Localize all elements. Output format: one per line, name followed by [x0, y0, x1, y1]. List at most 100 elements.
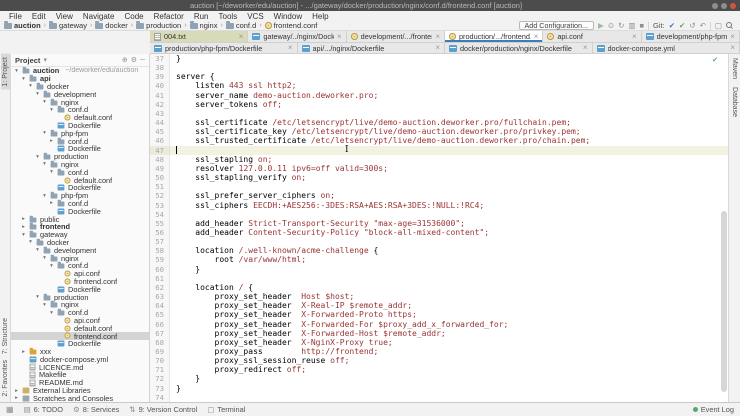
- menu-item-run[interactable]: Run: [190, 12, 213, 21]
- code-editor[interactable]: 37} 38 39 server {40 listen 443 ssl http2; 4…: [150, 54, 728, 402]
- scrollbar-thumb[interactable]: [721, 210, 727, 392]
- menu-item-navigate[interactable]: Navigate: [79, 12, 119, 21]
- toolwindows-quick-access-icon[interactable]: ▦: [6, 405, 14, 414]
- editor-tab[interactable]: production/php-fpm/Dockerfile ×: [150, 43, 298, 53]
- code-line[interactable]: 39 server {: [150, 72, 728, 82]
- tree-expanded-icon[interactable]: ▾: [42, 130, 47, 136]
- editor-scrollbar[interactable]: [721, 54, 727, 402]
- tree-expanded-icon[interactable]: ▾: [35, 294, 40, 300]
- code-line[interactable]: 74: [150, 392, 728, 402]
- tab-close-icon[interactable]: ×: [435, 32, 440, 41]
- editor-tab-active[interactable]: production/.../frontend.conf×: [444, 31, 544, 42]
- chevron-down-icon[interactable]: ▾: [43, 56, 47, 64]
- tree-expanded-icon[interactable]: ▾: [28, 83, 33, 89]
- tree-collapsed-icon[interactable]: ▸: [49, 138, 54, 144]
- code-line[interactable]: 51: [150, 182, 728, 192]
- code-line[interactable]: 66 proxy_set_header X-Forwarded-For $pro…: [150, 319, 728, 329]
- code-line[interactable]: 49 resolver 127.0.0.11 ipv6=off valid=30…: [150, 163, 728, 174]
- tree-collapsed-icon[interactable]: ▸: [49, 200, 54, 206]
- tree-expanded-icon[interactable]: ▾: [42, 161, 47, 167]
- breadcrumb-item-frontend-conf[interactable]: frontend.conf: [264, 21, 317, 30]
- tree-collapsed-icon[interactable]: ▸: [21, 349, 26, 355]
- code-line[interactable]: 72 }: [150, 374, 728, 384]
- code-line[interactable]: 50 ssl_stapling_verify on;: [150, 173, 728, 183]
- code-line[interactable]: 44 ssl_certificate /etc/letsencrypt/live…: [150, 118, 728, 128]
- breadcrumb-item-gateway[interactable]: gateway: [49, 21, 87, 30]
- code-line[interactable]: 69 proxy_pass http://frontend;: [150, 347, 728, 357]
- code-line[interactable]: 45 ssl_certificate_key /etc/letsencrypt/…: [150, 127, 728, 137]
- stop-icon[interactable]: ■: [640, 21, 645, 30]
- tree-collapsed-icon[interactable]: ▸: [14, 395, 19, 401]
- stripe-button-structure[interactable]: 7: Structure: [1, 315, 10, 357]
- code-line[interactable]: 58 location /.well-known/acme-challenge …: [150, 246, 728, 256]
- tree-item[interactable]: Dockerfile: [11, 207, 149, 216]
- menu-item-code[interactable]: Code: [120, 12, 147, 21]
- code-line[interactable]: 61: [150, 273, 728, 283]
- tree-expanded-icon[interactable]: ▾: [35, 154, 40, 160]
- menu-item-window[interactable]: Window: [270, 12, 306, 21]
- maximize-button[interactable]: [721, 2, 727, 9]
- menu-item-tools[interactable]: Tools: [215, 12, 242, 21]
- editor-tab[interactable]: docker-compose.yml ×: [592, 43, 740, 53]
- code-line[interactable]: 48 ssl_stapling on;: [150, 154, 728, 164]
- tree-expanded-icon[interactable]: ▾: [42, 302, 47, 308]
- toolwindow-toggle-icon[interactable]: ▢: [715, 21, 722, 30]
- tree-expanded-icon[interactable]: ▾: [42, 255, 47, 261]
- tree-expanded-icon[interactable]: ▾: [35, 247, 40, 253]
- code-line[interactable]: 56 add_header Content-Security-Policy "b…: [150, 227, 728, 238]
- git-commit-icon[interactable]: ✔: [679, 21, 685, 30]
- tree-expanded-icon[interactable]: ▾: [49, 310, 54, 316]
- code-line[interactable]: 65 proxy_set_header X-Forwarded-Proto ht…: [150, 310, 728, 320]
- coverage-icon[interactable]: ↻: [618, 21, 624, 30]
- code-line[interactable]: 59 root /var/www/html;: [150, 255, 728, 265]
- tree-expanded-icon[interactable]: ▾: [21, 232, 26, 238]
- code-line[interactable]: 62 location / {: [150, 282, 728, 293]
- code-line[interactable]: 73}: [150, 383, 728, 393]
- tree-expanded-icon[interactable]: ▾: [42, 193, 47, 199]
- tree-item[interactable]: ▸ frontend: [11, 222, 149, 231]
- statusbar-event-log[interactable]: Event Log: [692, 405, 734, 414]
- code-line[interactable]: 67 proxy_set_header X-Forwarded-Host $re…: [150, 328, 728, 338]
- code-line[interactable]: 42 server_tokens off;: [150, 99, 728, 109]
- statusbar-8--services[interactable]: ⚙ 8: Services: [73, 405, 119, 414]
- tree-collapsed-icon[interactable]: ▸: [21, 216, 26, 222]
- breadcrumb-item-production[interactable]: production: [136, 21, 181, 30]
- hide-panel-icon[interactable]: ─: [140, 57, 145, 64]
- tab-close-icon[interactable]: ×: [534, 32, 539, 41]
- editor-tab[interactable]: 004.txt ×: [150, 31, 249, 42]
- add-configuration-button[interactable]: Add Configuration...: [518, 21, 595, 30]
- code-line[interactable]: 71 proxy_redirect off;: [150, 365, 728, 375]
- stripe-button-maven[interactable]: Maven: [729, 54, 740, 83]
- editor-tab[interactable]: gateway/../nginx/Dockerfile×: [248, 31, 347, 42]
- code-line[interactable]: 38: [150, 63, 728, 73]
- git-update-icon[interactable]: ✔: [669, 21, 675, 30]
- settings-icon[interactable]: ⚙: [131, 56, 137, 64]
- tree-item[interactable]: ▾ production: [11, 293, 149, 302]
- run-icon[interactable]: ▶: [598, 21, 604, 30]
- code-line[interactable]: 40 listen 443 ssl http2;: [150, 81, 728, 91]
- tree-expanded-icon[interactable]: ▾: [28, 239, 33, 245]
- close-button[interactable]: [730, 2, 736, 9]
- tab-close-icon[interactable]: ×: [730, 32, 735, 41]
- tree-item[interactable]: LICENCE.md: [11, 363, 149, 372]
- code-line[interactable]: 41 server_name demo-auction.deworker.pro…: [150, 90, 728, 100]
- code-line[interactable]: 37}: [150, 54, 728, 64]
- tree-item[interactable]: ▾ auction ~/deworker/edu/auction: [11, 67, 149, 75]
- tab-close-icon[interactable]: ×: [239, 32, 244, 41]
- menu-item-refactor[interactable]: Refactor: [150, 12, 188, 21]
- statusbar-6--todo[interactable]: ▤ 6: TODO: [24, 405, 63, 414]
- tab-close-icon[interactable]: ×: [337, 32, 342, 41]
- statusbar-9--version-control[interactable]: ⇅ 9: Version Control: [129, 405, 197, 414]
- editor-tab[interactable]: development/.../frontend.conf×: [346, 31, 445, 42]
- menu-item-file[interactable]: File: [5, 12, 26, 21]
- breadcrumb-item-conf-d[interactable]: conf.d: [225, 21, 256, 30]
- debug-icon[interactable]: ⊙: [608, 21, 614, 30]
- tree-item[interactable]: ▾ development: [11, 246, 149, 255]
- minimize-button[interactable]: [712, 2, 718, 9]
- tab-close-icon[interactable]: ×: [632, 32, 637, 41]
- code-line[interactable]: 63 proxy_set_header Host $host;: [150, 292, 728, 302]
- breadcrumb-item-auction[interactable]: auction: [4, 21, 41, 30]
- project-panel-title[interactable]: Project: [15, 56, 40, 65]
- tree-item[interactable]: ▾ development: [11, 90, 149, 99]
- tree-expanded-icon[interactable]: ▾: [42, 99, 47, 105]
